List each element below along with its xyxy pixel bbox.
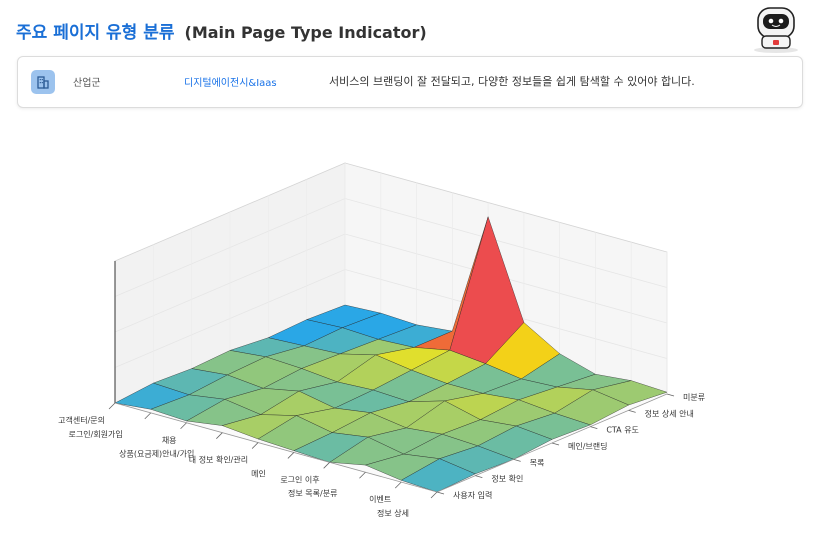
x-tick: [144, 412, 152, 420]
building-icon: [31, 70, 55, 94]
y-tick-label: 미분류: [683, 393, 705, 402]
y-tick: [666, 393, 675, 397]
x-tick: [359, 471, 366, 479]
page-title-ko: 주요 페이지 유형 분류: [16, 23, 175, 43]
robot-mascot-icon: [754, 7, 798, 53]
x-tick-label: 이벤트: [369, 494, 391, 504]
x-tick: [108, 402, 116, 410]
x-tick: [430, 491, 438, 499]
x-tick-label: 로그인/회원가입: [69, 429, 123, 439]
x-tick: [216, 432, 223, 439]
y-tick-label: 메인/브랜딩: [568, 441, 608, 451]
industry-card: 산업군 디지털에이전시&Iaas 서비스의 브랜딩이 잘 전달되고, 다양한 정…: [17, 56, 803, 108]
surface-chart: 정보 상세 이벤트 정보 목록/분류 로그인 이후 메인내 정보 확인/관리상품(요금제…: [58, 162, 705, 518]
x-tick: [287, 452, 295, 459]
x-tick-label: 로그인 이후: [280, 474, 319, 484]
x-tick: [323, 462, 330, 469]
x-tick-label: 상품(요금제)안내/가입: [119, 449, 194, 459]
industry-value: 디지털에이전시&Iaas: [184, 78, 277, 89]
y-tick: [436, 491, 445, 495]
y-tick: [513, 458, 521, 462]
x-tick-label: 고객센터/문의: [58, 415, 105, 425]
x-tick-label: 내 정보 확인/관리: [189, 455, 248, 465]
x-tick-label: 채용: [162, 435, 177, 445]
y-tick: [628, 409, 636, 413]
x-tick-label: 메인: [251, 468, 266, 478]
x-tick-label: 정보 상세: [377, 508, 409, 518]
y-tick: [590, 426, 598, 430]
industry-description: 서비스의 브랜딩이 잘 전달되고, 다양한 정보들을 쉽게 탐색할 수 있어야 …: [329, 75, 695, 88]
y-tick: [475, 475, 483, 479]
y-tick-label: CTA 유도: [606, 426, 639, 435]
y-tick-label: 정보 확인: [491, 474, 523, 484]
x-tick: [251, 442, 259, 449]
x-tick: [180, 422, 187, 430]
page-title-en: (Main Page Type Indicator): [184, 23, 427, 42]
x-tick-label: 정보 목록/분류: [288, 488, 337, 498]
industry-label: 산업군: [73, 78, 101, 89]
y-tick-label: 사용자 입력: [453, 490, 492, 500]
y-tick-label: 목록: [530, 458, 545, 467]
x-tick: [394, 481, 402, 489]
page-title: 주요 페이지 유형 분류 (Main Page Type Indicator): [16, 18, 427, 43]
y-tick: [551, 442, 560, 446]
y-tick-label: 정보 상세 안내: [645, 408, 694, 418]
